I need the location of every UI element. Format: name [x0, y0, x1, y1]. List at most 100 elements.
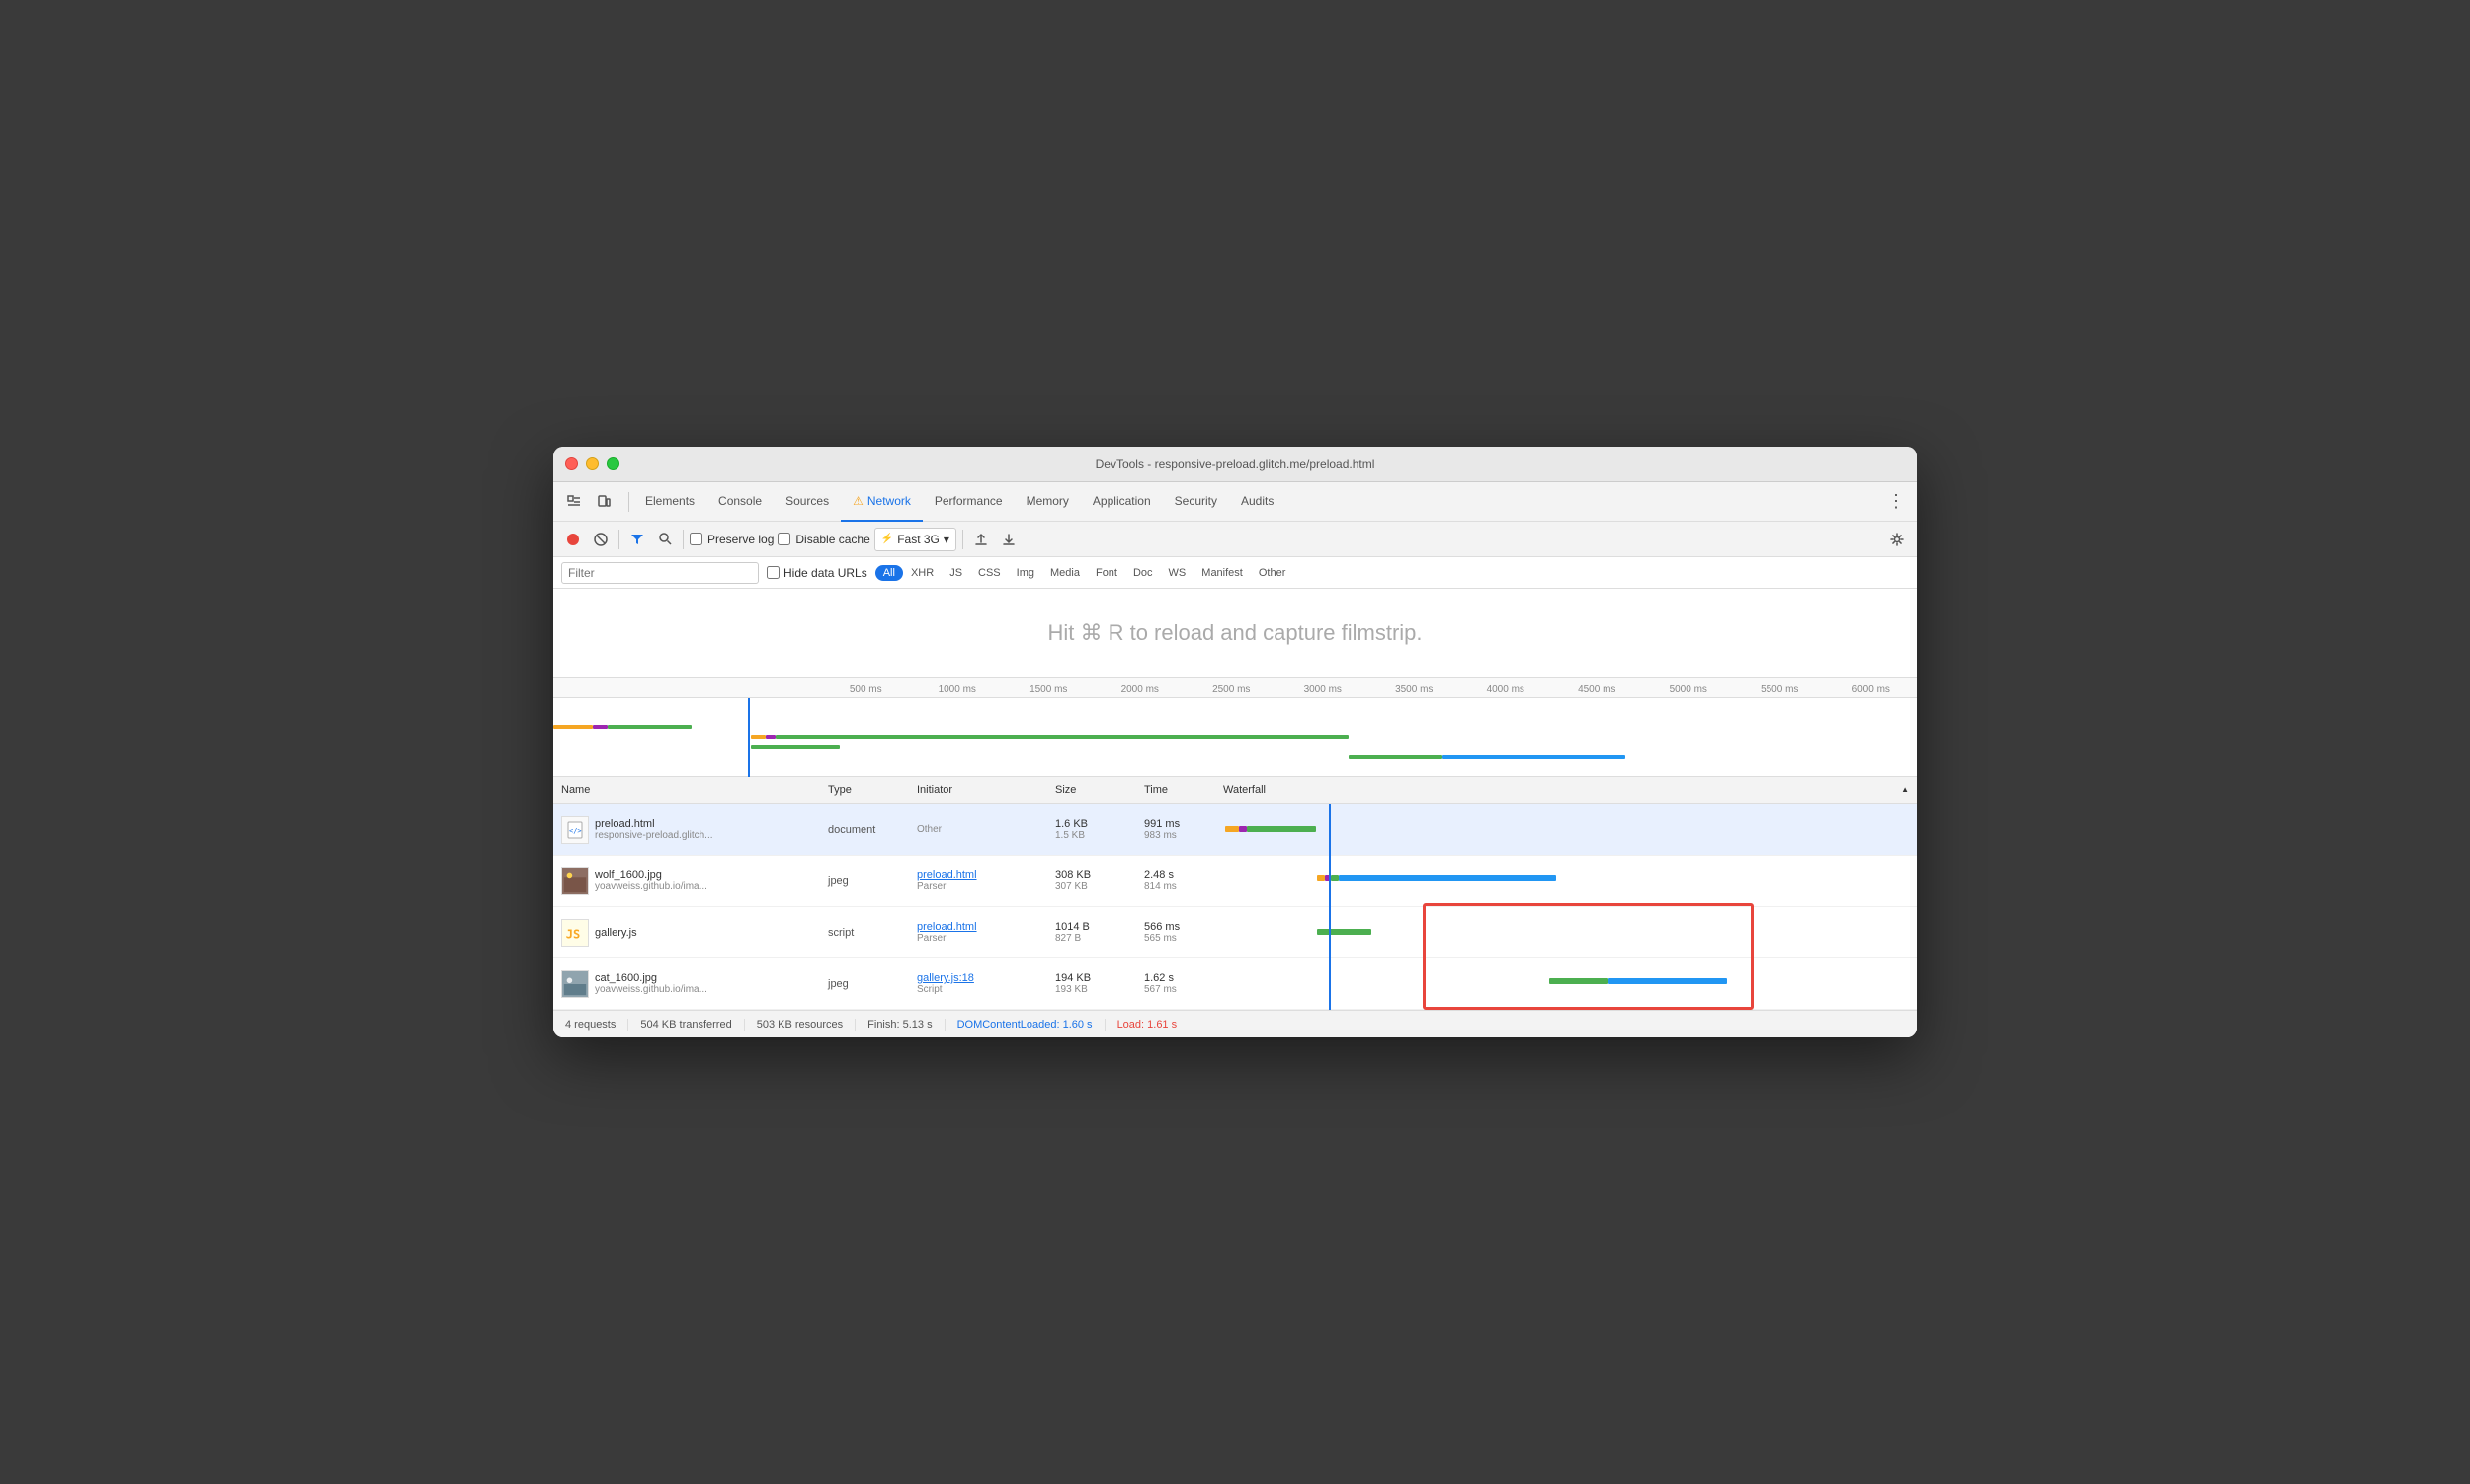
col-header-time[interactable]: Time — [1144, 784, 1223, 796]
row-filename: cat_1600.jpg — [595, 972, 707, 984]
ruler-mark-5000: 5000 ms — [1643, 684, 1735, 697]
filter-type-manifest[interactable]: Manifest — [1194, 565, 1251, 581]
row-name-cell: cat_1600.jpg yoavweiss.github.io/ima... — [561, 970, 828, 998]
file-icon-jpg-cat — [561, 970, 589, 998]
import-button[interactable] — [969, 528, 993, 551]
export-button[interactable] — [997, 528, 1021, 551]
devtools-panel: Elements Console Sources ⚠ Network Perfo… — [553, 482, 1917, 1037]
search-button[interactable] — [653, 528, 677, 551]
ruler-mark-5500: 5500 ms — [1734, 684, 1826, 697]
tab-console[interactable]: Console — [706, 482, 774, 522]
throttle-select[interactable]: ⚡ Fast 3G ▾ — [874, 528, 956, 551]
filter-type-doc[interactable]: Doc — [1125, 565, 1161, 581]
filter-button[interactable] — [625, 528, 649, 551]
tab-network[interactable]: ⚠ Network — [841, 482, 923, 522]
preserve-log-checkbox[interactable] — [690, 533, 702, 545]
col-header-initiator[interactable]: Initiator — [917, 784, 1055, 796]
record-button[interactable] — [561, 528, 585, 551]
row-waterfall-4 — [1223, 958, 1909, 1010]
ruler-mark-2500: 2500 ms — [1186, 684, 1277, 697]
row-size: 1014 B 827 B — [1055, 921, 1144, 944]
disable-cache-label[interactable]: Disable cache — [778, 533, 869, 546]
ruler-mark-3500: 3500 ms — [1368, 684, 1460, 697]
table-header: Name Type Initiator Size Time Waterfall … — [553, 777, 1917, 804]
ruler-mark-500: 500 ms — [820, 684, 912, 697]
row-name-cell: </> preload.html responsive-preload.glit… — [561, 816, 828, 844]
table-row[interactable]: wolf_1600.jpg yoavweiss.github.io/ima...… — [553, 856, 1917, 907]
window-title: DevTools - responsive-preload.glitch.me/… — [1096, 457, 1375, 471]
toolbar-sep-3 — [962, 530, 963, 549]
row-url: yoavweiss.github.io/ima... — [595, 984, 707, 995]
tab-elements[interactable]: Elements — [633, 482, 706, 522]
hide-data-urls-label[interactable]: Hide data URLs — [767, 566, 867, 580]
filter-type-css[interactable]: CSS — [970, 565, 1009, 581]
traffic-lights — [565, 457, 619, 470]
row-size: 194 KB 193 KB — [1055, 972, 1144, 995]
timeline-chart — [553, 698, 1917, 777]
preserve-log-label[interactable]: Preserve log — [690, 533, 774, 546]
status-transferred: 504 KB transferred — [640, 1019, 744, 1031]
maximize-button[interactable] — [607, 457, 619, 470]
device-toggle-icon[interactable] — [591, 489, 617, 515]
row-time: 566 ms 565 ms — [1144, 921, 1223, 944]
ruler-mark-4000: 4000 ms — [1460, 684, 1552, 697]
close-button[interactable] — [565, 457, 578, 470]
clear-button[interactable] — [589, 528, 613, 551]
col-header-name[interactable]: Name — [561, 784, 828, 796]
network-warning-icon: ⚠ — [853, 494, 864, 508]
tabs-row: Elements Console Sources ⚠ Network Perfo… — [553, 482, 1917, 522]
tab-memory[interactable]: Memory — [1015, 482, 1081, 522]
hide-data-urls-checkbox[interactable] — [767, 566, 780, 579]
row-name-texts: preload.html responsive-preload.glitch..… — [595, 818, 713, 841]
filter-type-other[interactable]: Other — [1251, 565, 1294, 581]
filter-type-ws[interactable]: WS — [1161, 565, 1194, 581]
table-row[interactable]: </> preload.html responsive-preload.glit… — [553, 804, 1917, 856]
table-row[interactable]: JS gallery.js script preload.html Parser — [553, 907, 1917, 958]
titlebar: DevTools - responsive-preload.glitch.me/… — [553, 447, 1917, 482]
filter-input[interactable] — [561, 562, 759, 584]
timeline-area: 500 ms 1000 ms 1500 ms 2000 ms 2500 ms 3… — [553, 678, 1917, 777]
status-dom-content: DOMContentLoaded: 1.60 s — [957, 1019, 1106, 1031]
filter-type-font[interactable]: Font — [1088, 565, 1125, 581]
more-tabs-button[interactable]: ⋮ — [1883, 489, 1909, 515]
filter-type-img[interactable]: Img — [1009, 565, 1042, 581]
row-time: 2.48 s 814 ms — [1144, 869, 1223, 892]
toolbar-sep-1 — [618, 530, 619, 549]
row-type: jpeg — [828, 875, 917, 887]
row-size: 1.6 KB 1.5 KB — [1055, 818, 1144, 841]
tab-performance[interactable]: Performance — [923, 482, 1015, 522]
tab-audits[interactable]: Audits — [1229, 482, 1285, 522]
file-icon-html: </> — [561, 816, 589, 844]
filmstrip-hint: Hit ⌘ R to reload and capture filmstrip. — [1047, 620, 1422, 646]
col-header-type[interactable]: Type — [828, 784, 917, 796]
minimize-button[interactable] — [586, 457, 599, 470]
filter-type-all[interactable]: All — [875, 565, 903, 581]
row-waterfall-1 — [1223, 804, 1909, 856]
col-header-waterfall[interactable]: Waterfall ▲ — [1223, 784, 1909, 796]
svg-text:JS: JS — [566, 927, 581, 941]
sort-icon: ▲ — [1901, 785, 1909, 794]
disable-cache-checkbox[interactable] — [778, 533, 790, 545]
filter-type-buttons: All XHR JS CSS Img Media Font Doc WS Man… — [875, 565, 1294, 581]
tab-security[interactable]: Security — [1163, 482, 1229, 522]
filter-type-xhr[interactable]: XHR — [903, 565, 942, 581]
row-waterfall-2 — [1223, 856, 1909, 907]
row-time: 991 ms 983 ms — [1144, 818, 1223, 841]
row-name-texts: cat_1600.jpg yoavweiss.github.io/ima... — [595, 972, 707, 995]
col-header-size[interactable]: Size — [1055, 784, 1144, 796]
filter-type-media[interactable]: Media — [1042, 565, 1088, 581]
ruler-mark-3000: 3000 ms — [1277, 684, 1369, 697]
row-initiator: gallery.js:18 Script — [917, 972, 1055, 995]
table-row[interactable]: cat_1600.jpg yoavweiss.github.io/ima... … — [553, 958, 1917, 1010]
inspect-icon[interactable] — [561, 489, 587, 515]
tab-application[interactable]: Application — [1081, 482, 1163, 522]
status-load: Load: 1.61 s — [1117, 1019, 1190, 1031]
ruler-mark-6000: 6000 ms — [1826, 684, 1918, 697]
row-filename: wolf_1600.jpg — [595, 869, 707, 881]
row-initiator: preload.html Parser — [917, 869, 1055, 892]
tab-sources[interactable]: Sources — [774, 482, 841, 522]
devtools-window: DevTools - responsive-preload.glitch.me/… — [553, 447, 1917, 1037]
settings-button[interactable] — [1885, 528, 1909, 551]
file-icon-jpg-wolf — [561, 867, 589, 895]
filter-type-js[interactable]: JS — [942, 565, 970, 581]
